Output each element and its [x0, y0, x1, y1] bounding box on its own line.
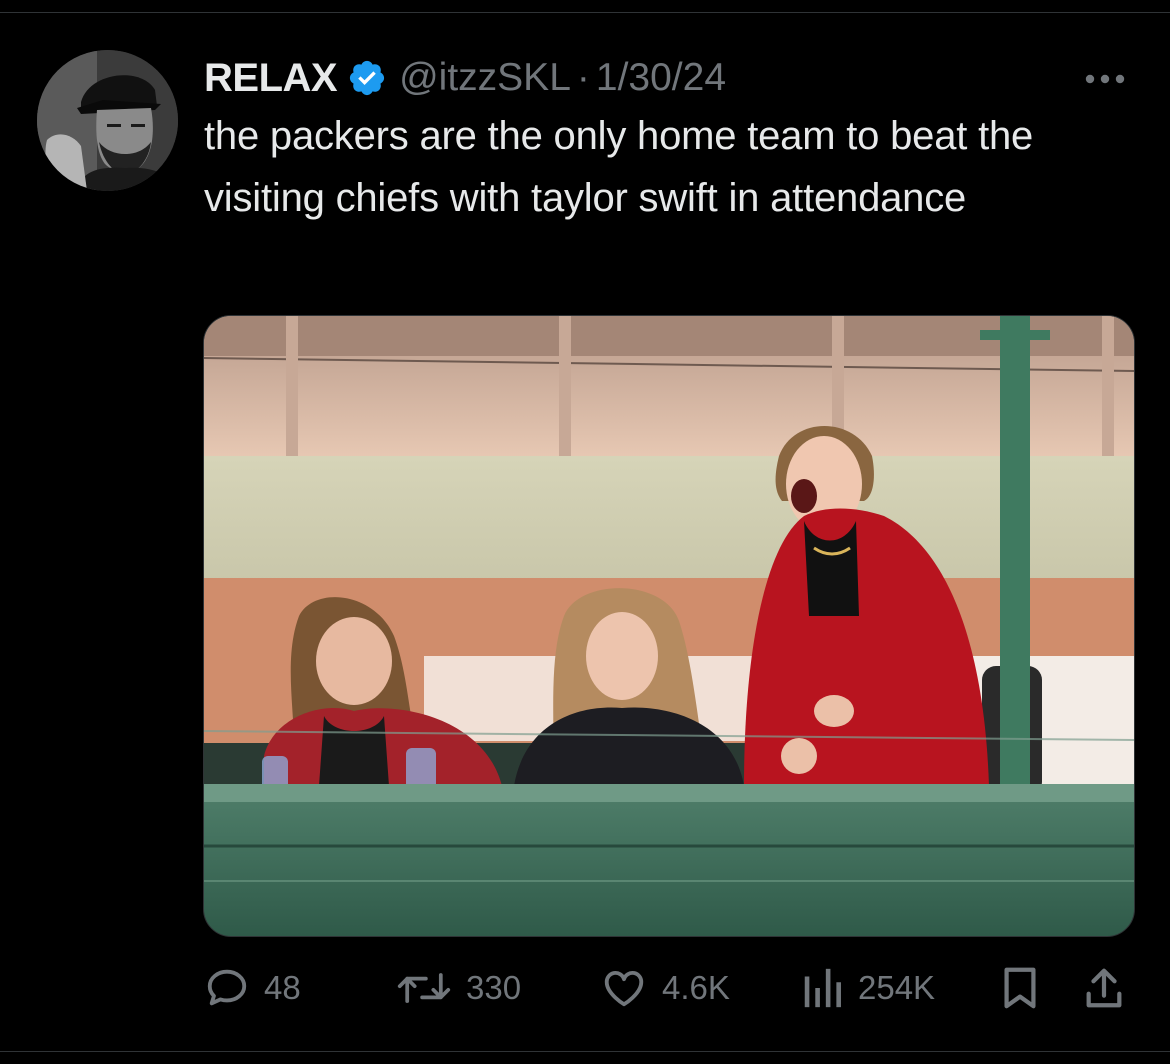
bookmark-button[interactable] — [998, 963, 1042, 1013]
bottom-divider — [0, 1051, 1170, 1052]
tweet-media-photo[interactable] — [203, 315, 1135, 937]
views-chart-icon — [800, 965, 844, 1011]
views-count: 254K — [858, 969, 936, 1006]
retweet-count: 330 — [466, 969, 522, 1006]
tweet[interactable]: RELAX @itzzSKL · 1/30/24 the packers are… — [0, 13, 1170, 1051]
retweet-icon — [396, 965, 452, 1011]
separator-dot: · — [576, 56, 590, 99]
verified-badge-icon — [347, 58, 387, 98]
reply-icon — [204, 965, 250, 1011]
display-name[interactable]: RELAX — [204, 56, 338, 101]
avatar[interactable] — [37, 50, 178, 191]
user-handle[interactable]: @itzzSKL — [399, 56, 571, 100]
share-button[interactable] — [1082, 963, 1126, 1013]
views-button[interactable]: 254K — [800, 963, 935, 1013]
like-button[interactable]: 4.6K — [600, 963, 730, 1013]
like-count: 4.6K — [662, 969, 730, 1006]
reply-count: 48 — [264, 969, 301, 1006]
tweet-actions: 48 330 4.6K 254K — [0, 963, 1170, 1013]
share-icon — [1082, 965, 1126, 1011]
reply-button[interactable]: 48 — [204, 963, 301, 1013]
bookmark-icon — [998, 965, 1042, 1011]
tweet-date[interactable]: 1/30/24 — [596, 56, 726, 100]
tweet-header: RELAX @itzzSKL · 1/30/24 — [204, 53, 726, 103]
heart-icon — [600, 965, 648, 1011]
more-options-icon[interactable] — [1082, 69, 1128, 89]
retweet-button[interactable]: 330 — [396, 963, 521, 1013]
tweet-text: the packers are the only home team to be… — [204, 114, 1034, 220]
